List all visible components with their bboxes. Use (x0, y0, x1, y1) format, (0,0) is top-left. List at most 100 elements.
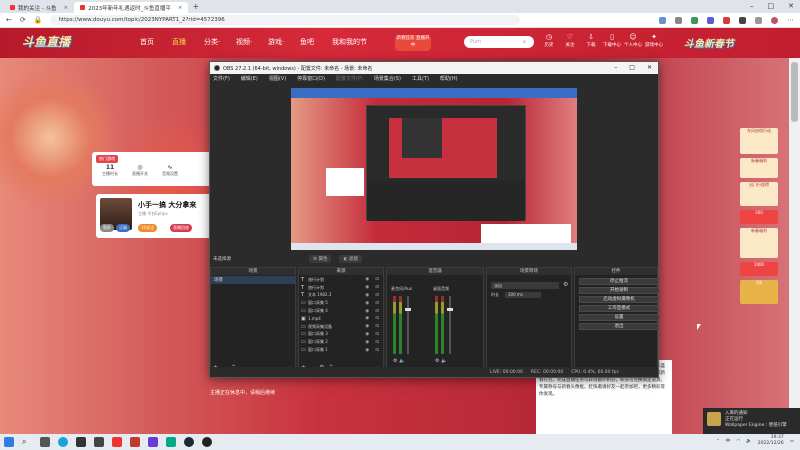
wifi-icon[interactable]: ◠ (736, 439, 740, 444)
menu-profile[interactable]: 配置文件(P) (336, 75, 363, 82)
edge-browser-icon[interactable] (58, 437, 68, 447)
extension-icon[interactable] (723, 16, 730, 24)
source-item[interactable]: ▭ 窗口采集 2 ◉ ⊡ (299, 338, 383, 346)
new-tab-button[interactable]: + (192, 2, 199, 11)
nav-festival[interactable]: 我和我的节 (332, 37, 392, 47)
extension-icon[interactable] (739, 16, 746, 24)
lock-icon[interactable]: ⊡ (375, 301, 379, 306)
eye-icon[interactable]: ◉ (365, 332, 369, 337)
volume-fader[interactable] (405, 296, 411, 354)
close-icon[interactable]: ✕ (647, 64, 652, 71)
activity-card[interactable]: 出门行程得 (740, 182, 778, 206)
input-method-icon[interactable]: 中 (726, 438, 731, 444)
room-stat[interactable]: 11 主播时长 (98, 164, 122, 177)
menu-file[interactable]: 文件(F) (213, 75, 230, 82)
eye-icon[interactable]: ◉ (365, 340, 369, 345)
properties-button[interactable]: ⚙ 属性 (309, 255, 332, 263)
lock-icon[interactable]: ⊡ (375, 316, 379, 321)
back-icon[interactable]: ← (6, 16, 12, 24)
source-item[interactable]: T 文本 1982.3 ◉ ⊡ (299, 292, 383, 300)
exit-button[interactable]: 退出 (579, 323, 659, 330)
game-center-button[interactable]: ✦ 游戏中心 (645, 33, 663, 48)
translate-icon[interactable] (659, 16, 666, 24)
menu-scene-collection[interactable]: 场景集合(S) (374, 75, 401, 82)
netease-music-icon[interactable] (130, 437, 140, 447)
settings-button[interactable]: 设置 (579, 314, 659, 321)
app-icon[interactable] (112, 437, 122, 447)
tray-chevron-icon[interactable]: ⌃ (716, 439, 720, 444)
source-item[interactable]: ▣ 1.mp4 ◉ ⊡ (299, 315, 383, 323)
app-icon[interactable] (76, 437, 86, 447)
nav-live[interactable]: 直播 (172, 37, 204, 47)
search-icon[interactable]: ⌕ (517, 36, 531, 48)
source-item[interactable]: ▭ 窗口采集 4 ◉ ⊡ (299, 307, 383, 315)
close-tab-icon[interactable]: × (178, 5, 183, 11)
source-item[interactable]: ▭ 视频采集设备 ◉ ⊡ (299, 323, 383, 331)
start-recording-button[interactable]: 开始录制 (579, 287, 659, 294)
room-stat[interactable]: ∿ 音频设置 (158, 164, 182, 177)
close-tab-icon[interactable]: × (63, 5, 68, 11)
page-scrollbar[interactable] (789, 58, 800, 434)
app-icon[interactable] (94, 437, 104, 447)
source-item[interactable]: T 旅行计划 ◉ ⊡ (299, 284, 383, 292)
scene-item[interactable]: 场景 (211, 276, 295, 284)
eye-icon[interactable]: ◉ (365, 324, 369, 329)
lock-icon[interactable]: ⊡ (375, 340, 379, 345)
fish-liver-button[interactable]: 鱼肝 (100, 224, 114, 232)
follow-button[interactable]: ♡ 关注 (561, 33, 579, 48)
start-menu-icon[interactable] (4, 437, 14, 447)
gear-icon[interactable]: ⚙ (393, 358, 397, 364)
eye-icon[interactable]: ◉ (365, 309, 369, 314)
more-menu-icon[interactable]: ⋯ (787, 16, 794, 24)
lock-icon[interactable]: ⊡ (375, 332, 379, 337)
volume-icon[interactable]: 🔈 (746, 439, 752, 444)
extension-icon[interactable] (707, 16, 714, 24)
collections-icon[interactable] (755, 16, 762, 24)
app-icon[interactable] (166, 437, 176, 447)
history-button[interactable]: ◷ 历史 (540, 33, 558, 48)
notification-center-icon[interactable]: ▭ (790, 439, 794, 444)
lock-icon[interactable]: ⊡ (375, 285, 379, 290)
maximize-icon[interactable]: □ (768, 2, 775, 10)
speaker-icon[interactable]: 🔈 (441, 358, 447, 364)
eye-icon[interactable]: ◉ (365, 316, 369, 321)
nav-home[interactable]: 首页 (140, 37, 172, 47)
nav-video[interactable]: 视频· (236, 37, 268, 47)
start-virtual-camera-button[interactable]: 启动虚拟摄像机 (579, 296, 659, 303)
task-view-icon[interactable] (40, 437, 50, 447)
close-icon[interactable]: ✕ (788, 2, 794, 10)
lock-icon[interactable]: ⊡ (375, 309, 379, 314)
promo-badge[interactable]: 新春狂欢 直播开中 (395, 35, 431, 51)
site-logo[interactable]: 斗鱼直播 (22, 33, 70, 50)
follow-streamer-button[interactable]: 10关注 (138, 224, 158, 232)
menu-edit[interactable]: 编辑(E) (241, 75, 258, 82)
subscribe-button[interactable]: 订阅 (116, 224, 130, 232)
reload-icon[interactable]: ⟳ (20, 16, 26, 24)
obs-taskbar-icon[interactable] (202, 437, 212, 447)
steam-icon[interactable] (184, 437, 194, 447)
favorite-star-icon[interactable] (675, 16, 682, 24)
search-icon[interactable]: ⌕ (22, 437, 32, 447)
stop-streaming-button[interactable]: 停止推流 (579, 278, 659, 285)
clock[interactable]: 19:37 2022/12/26 (758, 435, 784, 447)
minimize-icon[interactable]: – (750, 2, 754, 10)
nav-games[interactable]: 游戏· (268, 37, 300, 47)
eye-icon[interactable]: ◉ (365, 277, 369, 282)
fader-knob[interactable] (447, 308, 453, 311)
obs-preview[interactable] (291, 88, 577, 250)
download-button[interactable]: ⇩ 下载 (582, 33, 600, 48)
browser-tab[interactable]: 我的关注 - 斗鱼 × (4, 2, 74, 13)
source-item[interactable]: T 旅行计划 ◉ ⊡ (299, 276, 383, 284)
volume-fader[interactable] (447, 296, 453, 354)
menu-view[interactable]: 视图(V) (269, 75, 286, 82)
speaker-icon[interactable]: 🔈 (399, 358, 405, 364)
eye-icon[interactable]: ◉ (365, 293, 369, 298)
menu-help[interactable]: 帮助(H) (440, 75, 458, 82)
toast-notification[interactable]: 入库的通知 正在运行 Wallpaper Engine : 壁纸引擎 (703, 408, 800, 434)
lock-icon[interactable]: ⊡ (375, 277, 379, 282)
gear-icon[interactable]: ⚙ (435, 358, 439, 364)
extension-icon[interactable] (691, 16, 698, 24)
studio-mode-button[interactable]: 工作室模式 (579, 305, 659, 312)
activity-card[interactable]: 东风启程行动 (740, 128, 778, 154)
eye-icon[interactable]: ◉ (365, 301, 369, 306)
